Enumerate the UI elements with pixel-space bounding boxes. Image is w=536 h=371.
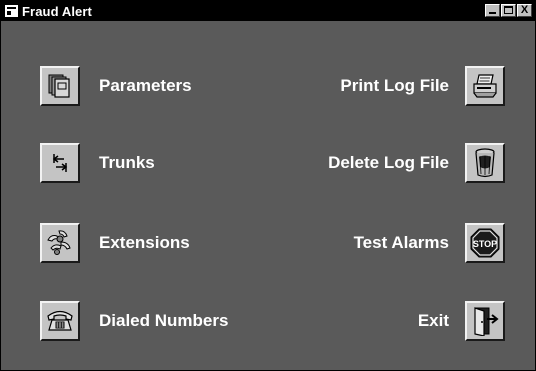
print-log-file-label: Print Log File — [340, 76, 449, 95]
exit-button[interactable] — [465, 301, 505, 341]
dialed-numbers-label: Dialed Numbers — [99, 311, 229, 330]
extensions-icon — [47, 230, 71, 255]
trunks-item[interactable]: Trunks — [40, 143, 155, 183]
extensions-button[interactable] — [40, 223, 80, 263]
stop-sign-text: STOP — [473, 239, 497, 249]
delete-log-file-item[interactable]: Delete Log File — [328, 143, 505, 183]
extensions-label: Extensions — [99, 233, 190, 252]
print-log-file-item[interactable]: Print Log File — [340, 66, 505, 106]
exit-label: Exit — [417, 311, 449, 330]
close-icon: X — [520, 4, 529, 16]
title-bar[interactable]: Fraud Alert X — [1, 1, 535, 21]
maximize-button[interactable] — [501, 4, 516, 17]
window-controls: X — [485, 4, 532, 17]
dialed-numbers-button[interactable] — [40, 301, 80, 341]
telephone-icon — [47, 310, 73, 331]
close-button[interactable]: X — [517, 4, 532, 17]
extensions-item[interactable]: Extensions — [40, 223, 190, 263]
parameters-item[interactable]: Parameters — [40, 66, 192, 106]
test-alarms-button[interactable]: STOP — [465, 223, 505, 263]
trunks-label: Trunks — [99, 153, 155, 172]
minimize-button[interactable] — [485, 4, 500, 17]
exit-door-icon — [474, 307, 499, 336]
print-log-file-button[interactable] — [465, 66, 505, 106]
delete-log-file-button[interactable] — [465, 143, 505, 183]
exit-item[interactable]: Exit — [418, 301, 505, 341]
parameters-button[interactable] — [40, 66, 80, 106]
fraud-alert-window: Fraud Alert X Parameters Trunks Extensio… — [0, 0, 536, 371]
test-alarms-label: Test Alarms — [353, 233, 449, 252]
trunks-button[interactable] — [40, 143, 80, 183]
trunks-icon — [52, 154, 68, 172]
app-icon[interactable] — [5, 5, 18, 17]
trash-can-icon — [475, 148, 495, 178]
parameters-label: Parameters — [99, 76, 192, 95]
delete-log-file-label: Delete Log File — [328, 153, 449, 172]
stop-sign-icon: STOP — [470, 228, 500, 258]
test-alarms-item[interactable]: Test Alarms STOP — [354, 223, 505, 263]
documents-icon — [48, 74, 70, 98]
window-title: Fraud Alert — [22, 3, 92, 19]
printer-icon — [473, 74, 497, 98]
dialed-numbers-item[interactable]: Dialed Numbers — [40, 301, 228, 341]
